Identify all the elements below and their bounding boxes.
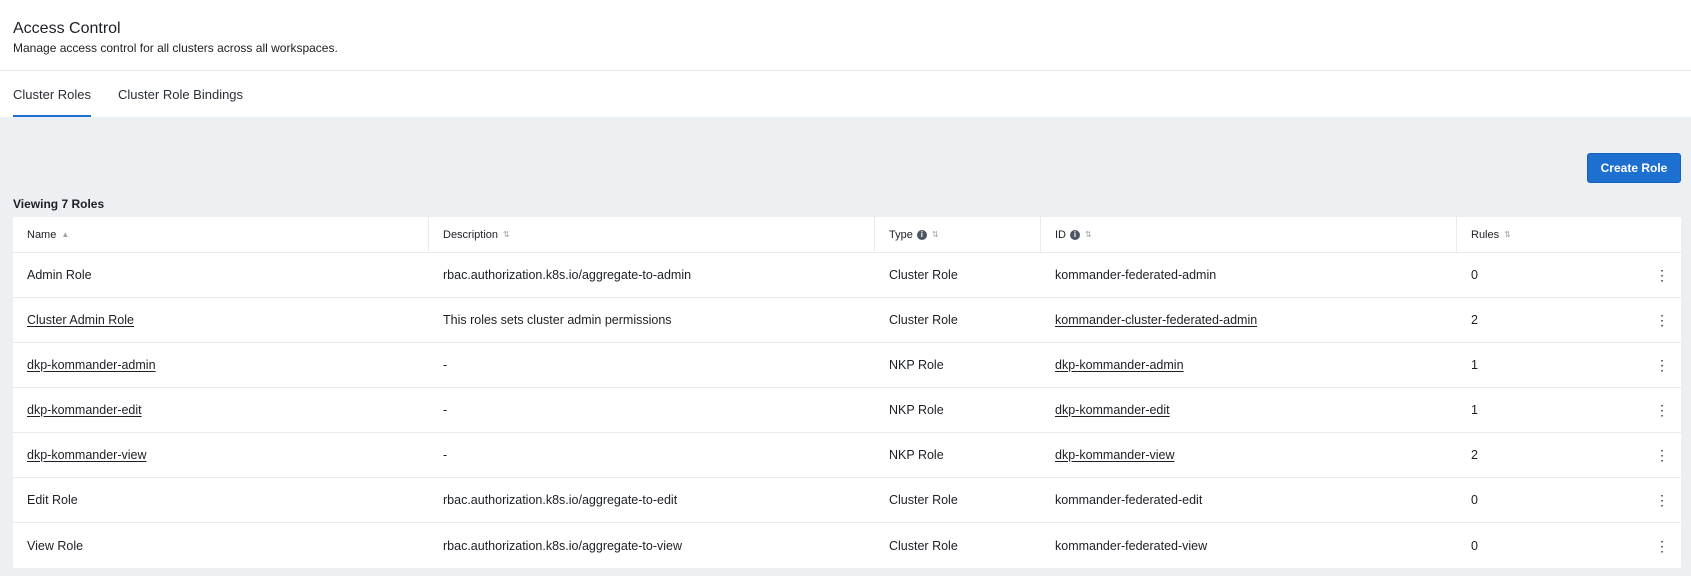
kebab-menu-icon[interactable]: ⋮ — [1655, 403, 1669, 417]
role-id: kommander-federated-edit — [1055, 493, 1203, 507]
sort-icon[interactable]: ⇅ — [503, 230, 510, 239]
role-name-link[interactable]: dkp-kommander-admin — [27, 358, 156, 372]
role-rules-count: 2 — [1471, 313, 1478, 327]
roles-count-label: Viewing 7 Roles — [13, 197, 105, 211]
column-header-rules[interactable]: Rules ⇅ — [1457, 217, 1681, 252]
role-id-link[interactable]: dkp-kommander-view — [1055, 448, 1174, 462]
table-row: Admin Role rbac.authorization.k8s.io/agg… — [13, 253, 1681, 298]
role-type: NKP Role — [889, 403, 944, 417]
column-header-id-label: ID — [1055, 228, 1066, 241]
kebab-menu-icon[interactable]: ⋮ — [1655, 493, 1669, 507]
role-description: rbac.authorization.k8s.io/aggregate-to-a… — [443, 268, 692, 282]
kebab-menu-icon[interactable]: ⋮ — [1655, 448, 1669, 462]
role-description: This roles sets cluster admin permission… — [443, 313, 672, 327]
kebab-menu-icon[interactable]: ⋮ — [1655, 268, 1669, 282]
sort-icon[interactable]: ⇅ — [1085, 230, 1092, 239]
kebab-menu-icon[interactable]: ⋮ — [1655, 358, 1669, 372]
table-row: dkp-kommander-admin - NKP Role dkp-komma… — [13, 343, 1681, 388]
role-name: View Role — [27, 538, 84, 553]
column-header-id[interactable]: ID i ⇅ — [1041, 217, 1457, 252]
role-rules-count: 1 — [1471, 403, 1478, 417]
column-header-type-label: Type — [889, 228, 913, 241]
role-id-link[interactable]: dkp-kommander-admin — [1055, 358, 1184, 372]
role-id-link[interactable]: dkp-kommander-edit — [1055, 403, 1170, 417]
role-description: rbac.authorization.k8s.io/aggregate-to-v… — [443, 538, 683, 553]
role-name-link[interactable]: dkp-kommander-edit — [27, 403, 142, 417]
role-description: - — [443, 403, 448, 417]
column-header-description[interactable]: Description ⇅ — [429, 217, 875, 252]
role-id-link[interactable]: kommander-cluster-federated-admin — [1055, 313, 1257, 327]
tab-cluster-role-bindings[interactable]: Cluster Role Bindings — [118, 71, 243, 117]
table-header-row: Name ▲ Description ⇅ Type i ⇅ ID i ⇅ Rul… — [13, 217, 1681, 253]
role-id: kommander-federated-view — [1055, 538, 1208, 553]
sort-icon[interactable]: ▲ — [61, 230, 69, 239]
role-type: Cluster Role — [889, 493, 958, 507]
column-header-name-label: Name — [27, 228, 57, 241]
sort-icon[interactable]: ⇅ — [932, 230, 939, 239]
role-rules-count: 0 — [1471, 493, 1478, 507]
role-rules-count: 1 — [1471, 358, 1478, 372]
page-header: Access Control Manage access control for… — [0, 0, 1691, 71]
role-rules-count: 0 — [1471, 538, 1478, 553]
page-title: Access Control — [13, 20, 121, 37]
tab-bar: Cluster Roles Cluster Role Bindings — [0, 71, 1691, 117]
column-header-type[interactable]: Type i ⇅ — [875, 217, 1041, 252]
role-name: Admin Role — [27, 268, 92, 282]
kebab-menu-icon[interactable]: ⋮ — [1655, 539, 1669, 553]
role-type: Cluster Role — [889, 538, 958, 553]
create-role-button[interactable]: Create Role — [1587, 153, 1681, 183]
role-type: NKP Role — [889, 358, 944, 372]
tab-cluster-roles[interactable]: Cluster Roles — [13, 71, 92, 117]
role-type: Cluster Role — [889, 313, 958, 327]
role-name-link[interactable]: dkp-kommander-view — [27, 448, 146, 462]
kebab-menu-icon[interactable]: ⋮ — [1655, 313, 1669, 327]
column-header-rules-label: Rules — [1471, 228, 1500, 241]
table-row: Cluster Admin Role This roles sets clust… — [13, 298, 1681, 343]
column-header-description-label: Description — [443, 228, 499, 241]
roles-table: Name ▲ Description ⇅ Type i ⇅ ID i ⇅ Rul… — [13, 217, 1681, 568]
info-icon[interactable]: i — [1070, 229, 1080, 240]
main-content: Create Role Viewing 7 Roles Name ▲ Descr… — [0, 117, 1691, 576]
page-subtitle: Manage access control for all clusters a… — [13, 41, 338, 55]
role-name: Edit Role — [27, 493, 78, 507]
role-id: kommander-federated-admin — [1055, 268, 1217, 282]
info-icon[interactable]: i — [916, 229, 927, 240]
role-description: - — [443, 448, 448, 462]
table-row: dkp-kommander-view - NKP Role dkp-komman… — [13, 433, 1681, 478]
role-type: Cluster Role — [889, 268, 958, 282]
role-type: NKP Role — [889, 448, 944, 462]
table-row: dkp-kommander-edit - NKP Role dkp-komman… — [13, 388, 1681, 433]
role-rules-count: 2 — [1471, 448, 1478, 462]
role-description: rbac.authorization.k8s.io/aggregate-to-e… — [443, 493, 678, 507]
column-header-name[interactable]: Name ▲ — [13, 217, 429, 252]
role-rules-count: 0 — [1471, 268, 1478, 282]
table-row: View Role rbac.authorization.k8s.io/aggr… — [13, 523, 1681, 568]
role-description: - — [443, 358, 448, 372]
sort-icon[interactable]: ⇅ — [1504, 230, 1511, 239]
role-name-link[interactable]: Cluster Admin Role — [27, 313, 134, 327]
table-row: Edit Role rbac.authorization.k8s.io/aggr… — [13, 478, 1681, 523]
